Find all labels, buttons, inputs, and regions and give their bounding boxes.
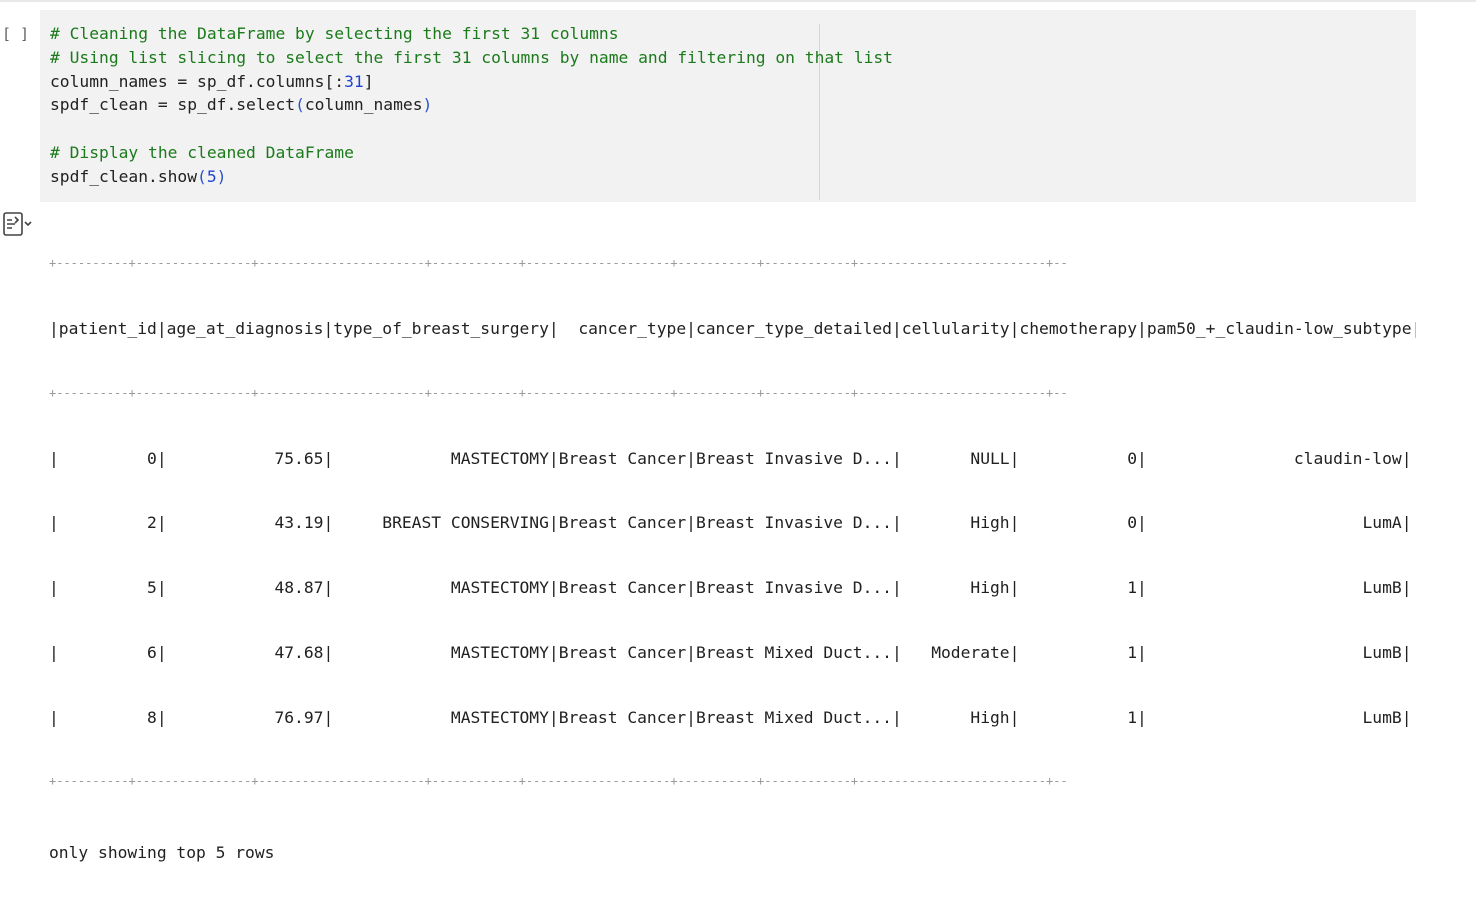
output-footer: only showing top 5 rows xyxy=(49,843,275,863)
code-token: ) xyxy=(422,95,433,115)
output-toggle-icon[interactable] xyxy=(2,210,38,238)
table-row: | 0| 75.65| MASTECTOMY|Breast Cancer|Bre… xyxy=(49,448,1412,468)
code-line[interactable]: spdf_clean.show(5) xyxy=(50,165,893,189)
code-token: column_names = sp_df.columns[: xyxy=(50,71,345,91)
code-token: spdf_clean = sp_df.select xyxy=(50,95,296,115)
table-border-top: +----------+----------------+-----------… xyxy=(49,256,1068,271)
code-token: # Using list slicing to select the first… xyxy=(50,47,893,67)
table-row: | 5| 48.87| MASTECTOMY|Breast Cancer|Bre… xyxy=(49,578,1412,598)
code-token: ) xyxy=(216,166,227,186)
table-border-bottom: +----------+----------------+-----------… xyxy=(49,774,1068,789)
table-border-mid: +----------+----------------+-----------… xyxy=(49,385,1068,400)
code-token: column_names xyxy=(304,95,423,115)
code-cell[interactable]: [ ] # Cleaning the DataFrame by selectin… xyxy=(0,10,1476,202)
code-token: ( xyxy=(295,95,305,115)
table-row: | 8| 76.97| MASTECTOMY|Breast Cancer|Bre… xyxy=(49,707,1412,727)
code-line[interactable] xyxy=(50,117,893,141)
code-line[interactable]: # Using list slicing to select the first… xyxy=(50,46,893,70)
code-token: # Display the cleaned DataFrame xyxy=(50,142,354,162)
output-text: +----------+----------------+-----------… xyxy=(49,210,1416,906)
code-line[interactable]: # Cleaning the DataFrame by selecting th… xyxy=(50,22,893,46)
code-line[interactable]: column_names = sp_df.columns[:31] xyxy=(50,70,893,94)
code-token: # Cleaning the DataFrame by selecting th… xyxy=(50,24,619,43)
code-token: 31 xyxy=(344,71,364,91)
code-token: ( xyxy=(197,166,207,186)
code-line[interactable]: # Display the cleaned DataFrame xyxy=(50,141,893,165)
code-token: ] xyxy=(363,71,374,91)
table-row: | 6| 47.68| MASTECTOMY|Breast Cancer|Bre… xyxy=(49,642,1412,662)
code-line[interactable]: spdf_clean = sp_df.select(column_names) xyxy=(50,93,893,117)
code-token: 5 xyxy=(206,166,217,186)
table-row: | 2| 43.19| BREAST CONSERVING|Breast Can… xyxy=(49,513,1412,533)
code-lines[interactable]: # Cleaning the DataFrame by selecting th… xyxy=(50,22,893,189)
table-header-row: |patient_id|age_at_diagnosis|type_of_bre… xyxy=(49,318,1416,338)
output-toggle-icon-svg xyxy=(3,212,32,236)
cell-output: +----------+----------------+-----------… xyxy=(0,202,1476,862)
code-token: spdf_clean.show xyxy=(50,166,198,186)
top-divider xyxy=(0,0,1476,2)
code-editor[interactable]: # Cleaning the DataFrame by selecting th… xyxy=(40,10,1416,202)
run-cell-button[interactable]: [ ] xyxy=(0,22,42,46)
